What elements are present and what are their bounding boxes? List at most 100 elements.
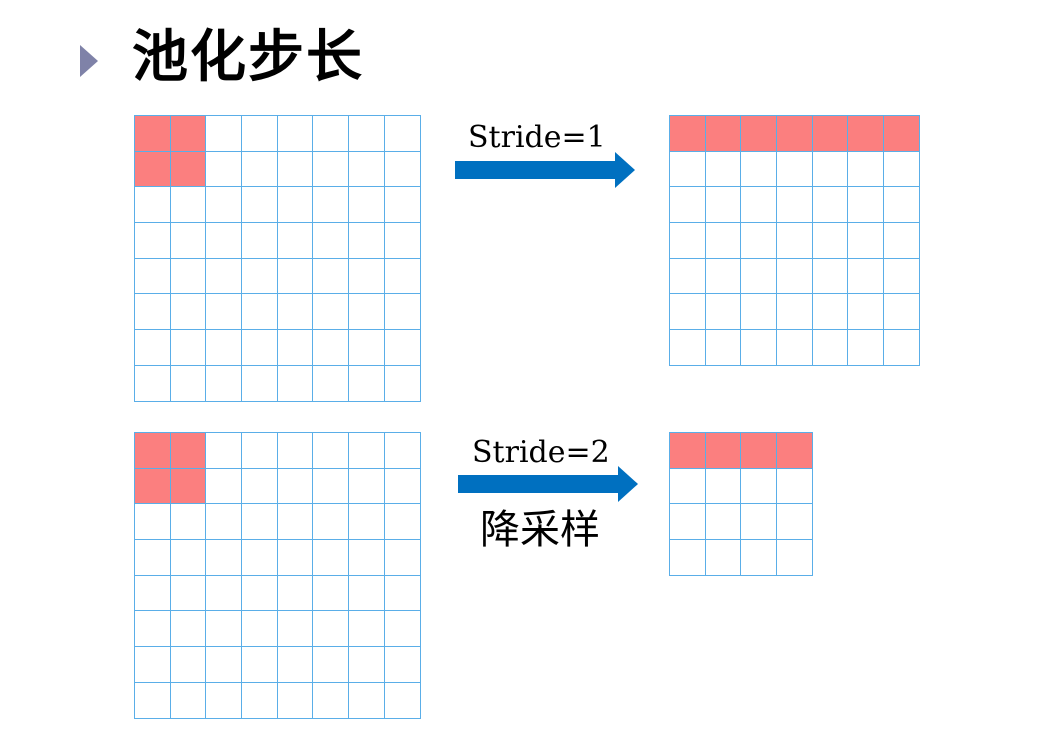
output-grid-stride-2 <box>669 432 813 576</box>
slide: 池化步长 Stride=1 Stride=2 降采样 <box>0 0 1050 746</box>
grid-cell <box>313 223 350 259</box>
grid-cell <box>349 647 385 683</box>
grid-cell <box>170 575 207 612</box>
grid-cell <box>313 433 350 469</box>
grid-cell <box>135 258 171 295</box>
grid-cell <box>670 223 706 259</box>
grid-cell <box>384 468 421 505</box>
stride-label-1: Stride=1 <box>468 120 606 155</box>
highlighted-grid-cell <box>777 116 813 152</box>
grid-cell <box>777 151 813 188</box>
grid-cell <box>206 682 243 719</box>
triangle-bullet-icon <box>80 45 98 77</box>
grid-cell <box>884 258 920 295</box>
grid-cell <box>884 223 920 259</box>
grid-cell <box>349 504 385 541</box>
grid-cell <box>777 258 813 295</box>
grid-cell <box>705 294 742 331</box>
input-grid-stride-1 <box>134 115 421 402</box>
grid-cell <box>242 433 278 469</box>
grid-cell <box>705 540 742 576</box>
grid-cell <box>777 187 813 224</box>
highlighted-grid-cell <box>170 433 207 469</box>
grid-cell <box>277 294 314 331</box>
grid-cell <box>242 187 278 224</box>
slide-title: 池化步长 <box>132 25 364 90</box>
grid-cell <box>135 611 171 648</box>
grid-cell <box>206 504 243 541</box>
grid-cell <box>135 682 171 719</box>
grid-cell <box>670 258 706 295</box>
grid-cell <box>670 151 706 188</box>
grid-cell <box>242 294 278 331</box>
grid-cell <box>206 330 243 366</box>
grid-cell <box>349 611 385 648</box>
grid-cell <box>277 187 314 224</box>
highlighted-grid-cell <box>848 116 885 152</box>
grid-cell <box>384 187 421 224</box>
grid-cell <box>884 151 920 188</box>
grid-cell <box>848 294 885 331</box>
highlighted-grid-cell <box>135 433 171 469</box>
grid-cell <box>741 187 778 224</box>
grid-cell <box>812 151 849 188</box>
highlighted-grid-cell <box>777 433 813 469</box>
grid-cell <box>741 223 778 259</box>
grid-cell <box>206 223 243 259</box>
grid-cell <box>206 540 243 576</box>
grid-cell <box>777 540 813 576</box>
grid-cell <box>384 504 421 541</box>
grid-cell <box>313 647 350 683</box>
grid-cell <box>705 258 742 295</box>
grid-cell <box>206 575 243 612</box>
grid-cell <box>313 575 350 612</box>
grid-cell <box>848 187 885 224</box>
grid-cell <box>349 294 385 331</box>
grid-cell <box>777 468 813 505</box>
grid-cell <box>705 330 742 366</box>
grid-cell <box>384 365 421 402</box>
downsampling-note: 降采样 <box>480 507 600 553</box>
grid-cell <box>242 151 278 188</box>
input-grid-stride-2 <box>134 432 421 719</box>
grid-cell <box>349 682 385 719</box>
grid-cell <box>670 468 706 505</box>
grid-cell <box>384 223 421 259</box>
grid-cell <box>741 468 778 505</box>
grid-cell <box>170 294 207 331</box>
grid-cell <box>313 540 350 576</box>
grid-cell <box>135 330 171 366</box>
grid-cell <box>242 540 278 576</box>
grid-cell <box>384 433 421 469</box>
grid-cell <box>277 611 314 648</box>
grid-cell <box>384 540 421 576</box>
grid-cell <box>812 330 849 366</box>
grid-cell <box>277 330 314 366</box>
grid-cell <box>313 468 350 505</box>
grid-cell <box>170 611 207 648</box>
grid-cell <box>277 647 314 683</box>
grid-cell <box>349 116 385 152</box>
grid-cell <box>277 540 314 576</box>
grid-cell <box>705 187 742 224</box>
grid-cell <box>242 611 278 648</box>
grid-cell <box>277 504 314 541</box>
grid-cell <box>242 504 278 541</box>
grid-cell <box>206 468 243 505</box>
grid-cell <box>277 151 314 188</box>
grid-cell <box>670 187 706 224</box>
grid-cell <box>277 682 314 719</box>
grid-cell <box>313 187 350 224</box>
grid-cell <box>206 433 243 469</box>
highlighted-grid-cell <box>741 116 778 152</box>
grid-cell <box>170 365 207 402</box>
highlighted-grid-cell <box>170 151 207 188</box>
grid-cell <box>884 187 920 224</box>
grid-cell <box>277 223 314 259</box>
grid-cell <box>277 116 314 152</box>
grid-cell <box>313 504 350 541</box>
grid-cell <box>812 223 849 259</box>
grid-cell <box>349 258 385 295</box>
grid-cell <box>848 223 885 259</box>
grid-cell <box>812 187 849 224</box>
